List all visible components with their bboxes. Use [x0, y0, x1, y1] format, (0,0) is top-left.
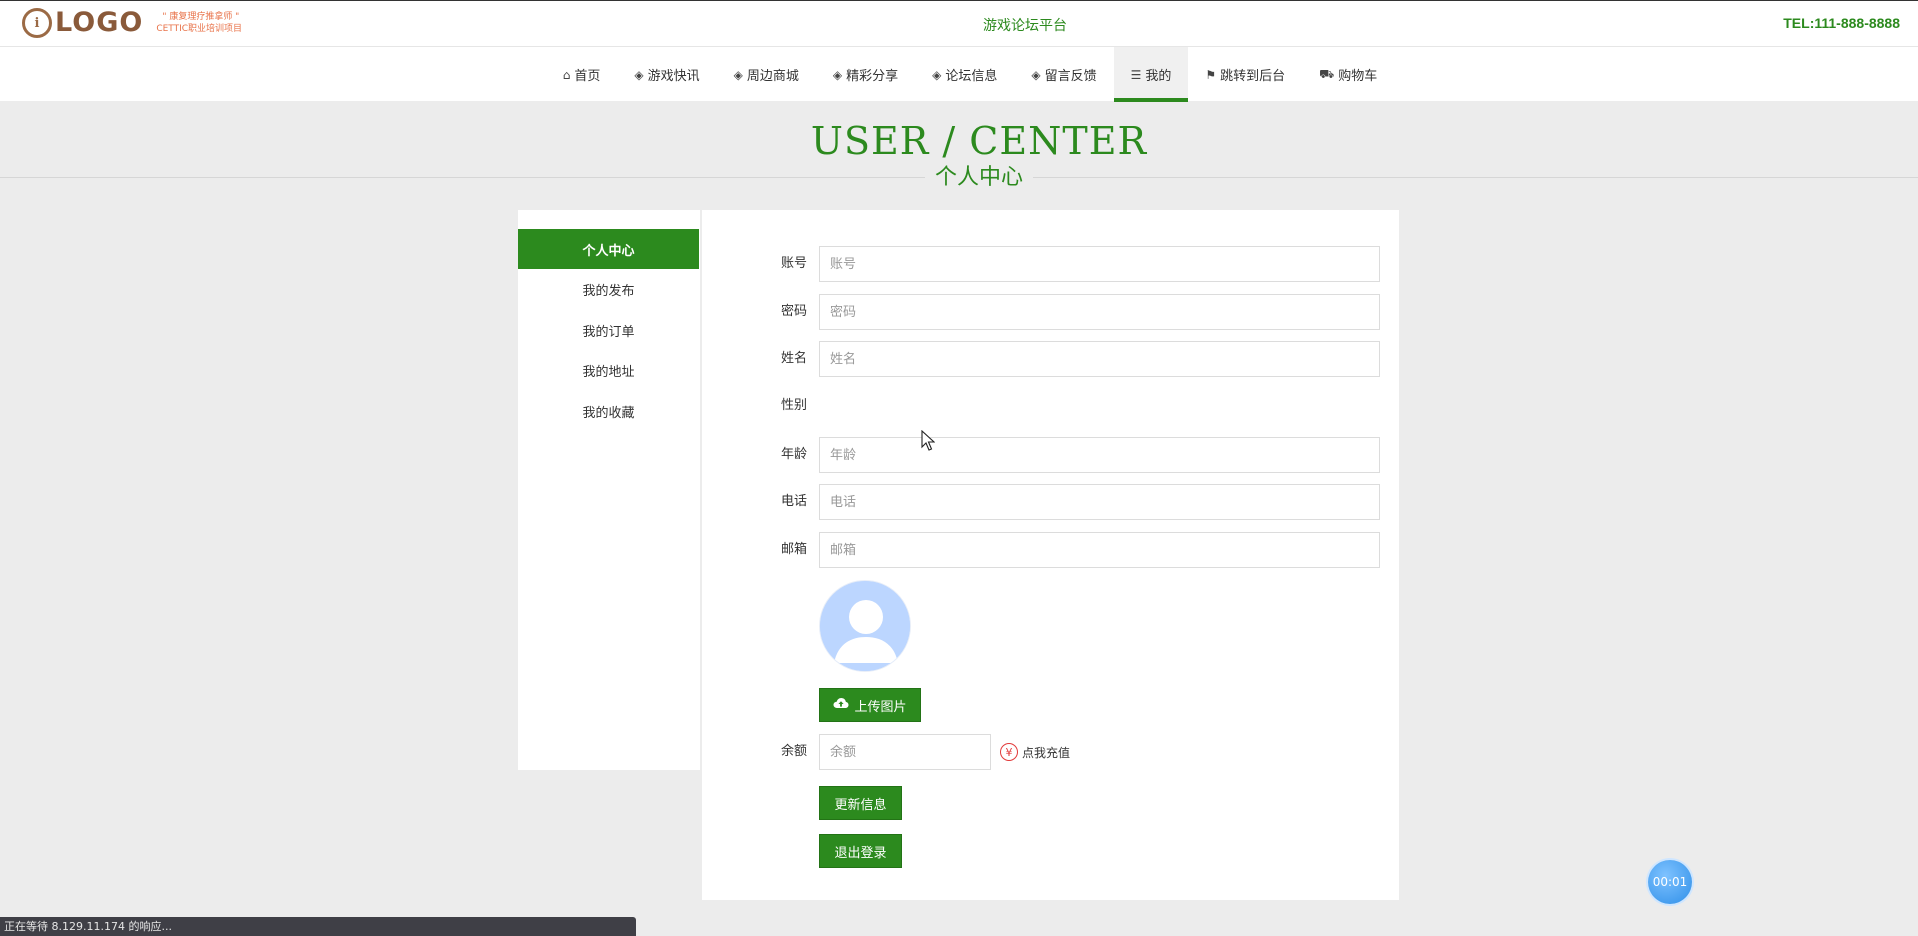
- logout-button[interactable]: 退出登录: [819, 834, 902, 868]
- sidebar-item-profile[interactable]: 个人中心: [518, 229, 699, 269]
- nav-item-2[interactable]: ◈ 周边商城: [717, 47, 816, 102]
- nav-item-label: 论坛信息: [945, 69, 998, 84]
- upload-image-label: 上传图片: [854, 699, 907, 715]
- nav-item-label: 留言反馈: [1044, 69, 1097, 84]
- account-input[interactable]: [819, 246, 1380, 282]
- yen-icon: ¥: [1000, 743, 1018, 761]
- nav-item-label: 精彩分享: [846, 69, 899, 84]
- browser-status-bar: 正在等待 8.129.11.174 的响应...: [0, 917, 636, 936]
- nav-item-8[interactable]: ⛟ 购物车: [1302, 47, 1394, 102]
- update-info-button[interactable]: 更新信息: [819, 786, 902, 820]
- upload-image-button[interactable]: 上传图片: [819, 688, 921, 722]
- recharge-label: 点我充值: [1022, 745, 1071, 760]
- flag-icon: ⚑: [1205, 67, 1217, 82]
- cloud-upload-icon: [833, 697, 849, 713]
- cube-icon: ◈: [634, 67, 644, 82]
- nav-item-label: 周边商城: [746, 69, 799, 84]
- site-title: 游戏论坛平台: [983, 18, 1067, 34]
- timer-badge[interactable]: 00:01: [1648, 860, 1692, 904]
- mouse-cursor-icon: [921, 430, 935, 451]
- nav-item-label: 跳转到后台: [1220, 69, 1286, 84]
- cart-icon: ⛟: [1319, 66, 1335, 81]
- cube-icon: ◈: [1031, 67, 1041, 82]
- nav-item-5[interactable]: ◈ 留言反馈: [1014, 47, 1113, 102]
- avatar-image: [819, 580, 911, 672]
- page-title-en: USER / CENTER: [810, 119, 1148, 163]
- nav-item-7[interactable]: ⚑ 跳转到后台: [1188, 47, 1302, 102]
- nav-item-label: 游戏快讯: [647, 69, 700, 84]
- profile-form: 账号 密码 姓名 性别 年龄 电话 邮箱 上传图片 余额: [702, 210, 1399, 900]
- cube-icon: ◈: [733, 67, 743, 82]
- name-label: 姓名: [780, 351, 807, 366]
- nav-item-3[interactable]: ◈ 精彩分享: [816, 47, 915, 102]
- nav-item-0[interactable]: ⌂ 首页: [546, 47, 618, 102]
- account-label: 账号: [780, 256, 807, 271]
- age-row: 年龄: [702, 437, 1399, 473]
- page-title-cn: 个人中心: [924, 164, 1033, 192]
- cube-icon: ◈: [832, 67, 843, 82]
- sidebar-item-my-posts[interactable]: 我的发布: [518, 269, 699, 309]
- gender-label: 性别: [780, 398, 807, 413]
- password-label: 密码: [780, 304, 807, 319]
- email-input[interactable]: [819, 532, 1380, 568]
- nav-item-label: 购物车: [1338, 69, 1378, 84]
- email-label: 邮箱: [780, 542, 807, 557]
- name-row: 姓名: [702, 341, 1399, 377]
- nav-item-1[interactable]: ◈ 游戏快讯: [617, 47, 716, 102]
- top-header: i LOGO " 康复理疗推拿师 " CETTIC职业培训项目 游戏论坛平台 T…: [0, 0, 1918, 46]
- balance-input[interactable]: [819, 734, 991, 770]
- password-row: 密码: [702, 294, 1399, 330]
- age-label: 年龄: [780, 447, 807, 462]
- sidebar-item-my-orders[interactable]: 我的订单: [518, 310, 699, 350]
- phone-row: 电话: [702, 484, 1399, 520]
- nav-items: ⌂ 首页 ◈ 游戏快讯 ◈ 周边商城 ◈ 精彩分享 ◈ 论坛信息 ◈ 留言反馈 ☰ 我的 ⚑ 跳转到后台 ⛟ 购物…: [546, 47, 1395, 102]
- telephone: TEL:111-888-8888: [1783, 15, 1900, 31]
- phone-input[interactable]: [819, 484, 1380, 520]
- menu-icon: ☰: [1130, 67, 1142, 82]
- password-input[interactable]: [819, 294, 1380, 330]
- name-input[interactable]: [819, 341, 1380, 377]
- home-icon: ⌂: [562, 67, 571, 82]
- page-heading: USER / CENTER 个人中心: [0, 118, 1918, 192]
- phone-label: 电话: [780, 494, 807, 509]
- user-sidebar: 个人中心 我的发布 我的订单 我的地址 我的收藏: [518, 210, 700, 770]
- avatar-placeholder-icon: [820, 581, 910, 671]
- account-row: 账号: [702, 246, 1399, 282]
- balance-label: 余额: [780, 744, 807, 759]
- age-input[interactable]: [819, 437, 1380, 473]
- recharge-link[interactable]: ¥ 点我充值: [1000, 743, 1070, 761]
- nav-item-4[interactable]: ◈ 论坛信息: [915, 47, 1014, 102]
- email-row: 邮箱: [702, 532, 1399, 568]
- sidebar-item-my-address[interactable]: 我的地址: [518, 350, 699, 390]
- cube-icon: ◈: [932, 67, 942, 82]
- gender-row: 性别: [702, 388, 1399, 424]
- nav-item-label: 首页: [574, 69, 601, 84]
- sidebar-item-my-favorites[interactable]: 我的收藏: [518, 391, 699, 431]
- nav-item-6[interactable]: ☰ 我的: [1113, 47, 1189, 102]
- main-nav: ⌂ 首页 ◈ 游戏快讯 ◈ 周边商城 ◈ 精彩分享 ◈ 论坛信息 ◈ 留言反馈 ☰ 我的 ⚑ 跳转到后台 ⛟ 购物…: [0, 46, 1918, 102]
- nav-item-label: 我的: [1145, 69, 1172, 84]
